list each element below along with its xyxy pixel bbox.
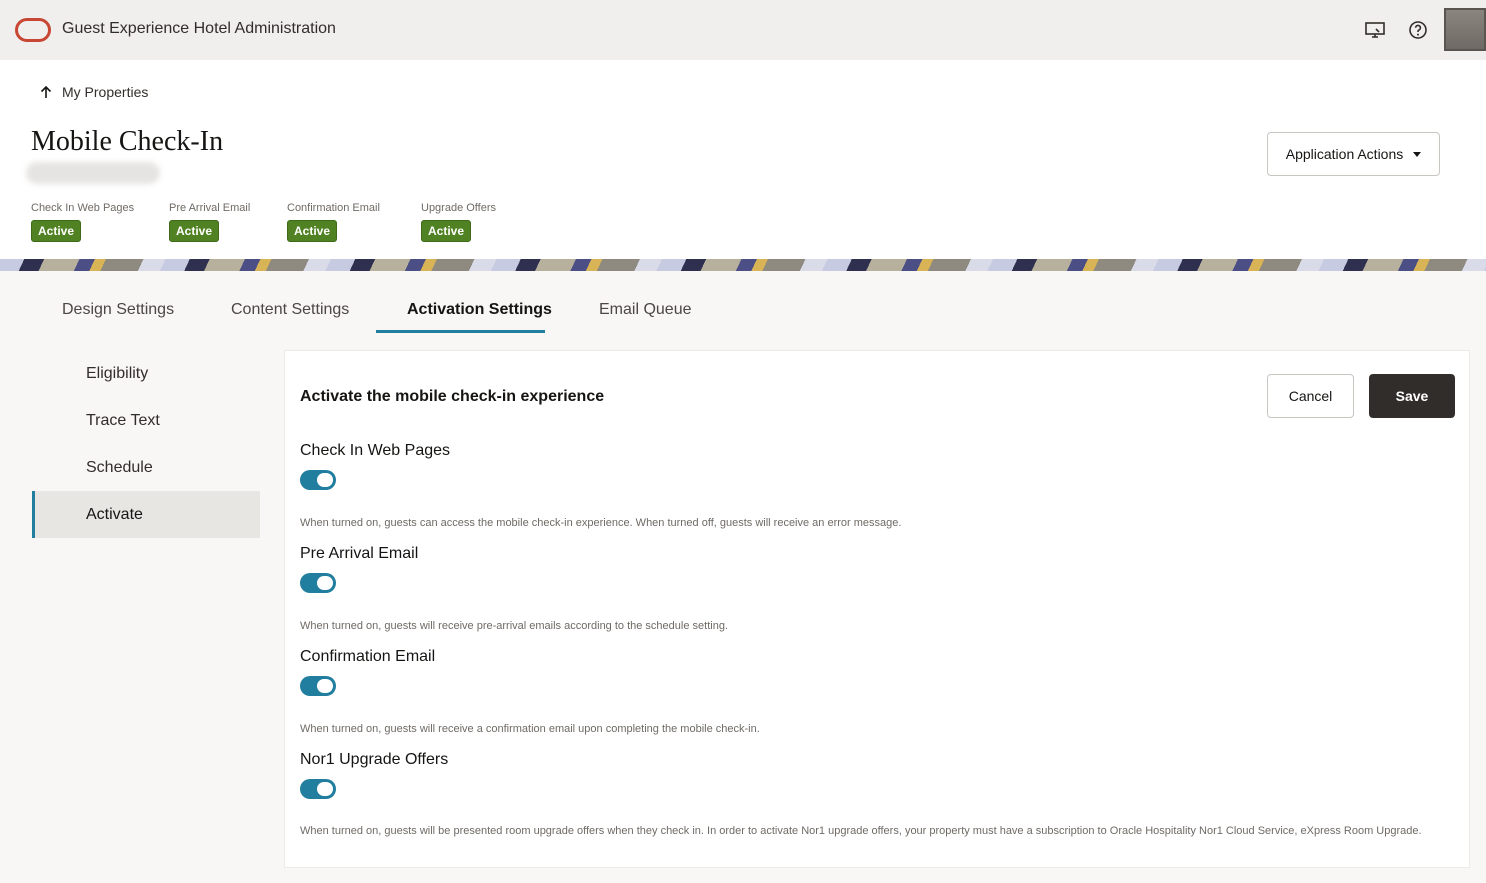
decorative-banner bbox=[0, 259, 1486, 271]
status-label: Upgrade Offers bbox=[421, 202, 497, 214]
setting-label-nor1-upgrade-offers: Nor1 Upgrade Offers bbox=[300, 751, 449, 768]
app-title: Guest Experience Hotel Administration bbox=[62, 20, 336, 37]
sidenav-item-label: Schedule bbox=[86, 458, 153, 476]
sidenav-item-label: Activate bbox=[86, 505, 143, 523]
application-actions-label: Application Actions bbox=[1285, 146, 1404, 162]
status-label: Check In Web Pages bbox=[31, 202, 135, 214]
screen-share-icon[interactable] bbox=[1363, 18, 1387, 42]
tab-activation-settings[interactable]: Activation Settings bbox=[407, 301, 552, 319]
sidenav-item-activate[interactable]: Activate bbox=[32, 491, 260, 538]
status-badge: Active bbox=[31, 220, 82, 242]
help-icon[interactable] bbox=[1406, 18, 1430, 42]
tab-email-queue[interactable]: Email Queue bbox=[599, 301, 692, 319]
status-label: Confirmation Email bbox=[287, 202, 380, 214]
status-badge: Active bbox=[169, 220, 220, 242]
sidenav-item-label: Trace Text bbox=[86, 411, 160, 429]
toggle-knob bbox=[317, 679, 333, 693]
toggle-confirmation-email[interactable] bbox=[300, 676, 336, 696]
status-badge: Active bbox=[421, 220, 472, 242]
sidenav-item-label: Eligibility bbox=[86, 364, 149, 382]
active-tab-indicator bbox=[376, 330, 545, 333]
status-pre-arrival-email: Pre Arrival Email Active bbox=[169, 202, 250, 242]
toggle-knob bbox=[317, 473, 333, 487]
page-title: Mobile Check-In bbox=[31, 126, 224, 157]
back-link-label: My Properties bbox=[62, 84, 149, 100]
setting-help-pre-arrival-email: When turned on, guests will receive pre-… bbox=[300, 620, 728, 632]
settings-tabs: Design Settings Content Settings Activat… bbox=[0, 271, 1486, 335]
arrow-up-icon bbox=[40, 85, 52, 98]
setting-label-confirmation-email: Confirmation Email bbox=[300, 648, 436, 665]
sidenav-item-schedule[interactable]: Schedule bbox=[32, 444, 260, 491]
setting-help-check-in-web-pages: When turned on, guests can access the mo… bbox=[300, 517, 902, 529]
tab-design-settings[interactable]: Design Settings bbox=[62, 301, 174, 319]
setting-label-check-in-web-pages: Check In Web Pages bbox=[300, 442, 451, 459]
status-badge: Active bbox=[287, 220, 338, 242]
toggle-check-in-web-pages[interactable] bbox=[300, 470, 336, 490]
tab-content-settings[interactable]: Content Settings bbox=[231, 301, 349, 319]
save-button[interactable]: Save bbox=[1369, 374, 1455, 418]
back-to-my-properties-link[interactable]: My Properties bbox=[40, 84, 148, 100]
application-actions-button[interactable]: Application Actions bbox=[1267, 132, 1440, 176]
sidenav-item-trace-text[interactable]: Trace Text bbox=[32, 397, 260, 444]
sidenav-item-eligibility[interactable]: Eligibility bbox=[32, 350, 260, 397]
app-header: Guest Experience Hotel Administration bbox=[0, 0, 1486, 60]
cancel-button[interactable]: Cancel bbox=[1267, 374, 1354, 418]
caret-down-icon bbox=[1413, 151, 1422, 157]
setting-help-nor1-upgrade-offers: When turned on, guests will be presented… bbox=[300, 825, 1422, 837]
setting-label-pre-arrival-email: Pre Arrival Email bbox=[300, 545, 419, 562]
panel-title: Activate the mobile check-in experience bbox=[300, 388, 605, 405]
activation-panel: Activate the mobile check-in experience … bbox=[284, 350, 1470, 868]
property-name-redacted bbox=[26, 162, 160, 184]
oracle-logo-icon[interactable] bbox=[15, 18, 51, 42]
avatar[interactable] bbox=[1444, 8, 1486, 51]
setting-help-confirmation-email: When turned on, guests will receive a co… bbox=[300, 723, 760, 735]
status-upgrade-offers: Upgrade Offers Active bbox=[421, 202, 496, 242]
status-confirmation-email: Confirmation Email Active bbox=[287, 202, 380, 242]
toggle-nor1-upgrade-offers[interactable] bbox=[300, 779, 336, 799]
status-check-in-web-pages: Check In Web Pages Active bbox=[31, 202, 134, 242]
status-label: Pre Arrival Email bbox=[169, 202, 251, 214]
toggle-pre-arrival-email[interactable] bbox=[300, 573, 336, 593]
toggle-knob bbox=[317, 576, 333, 590]
toggle-knob bbox=[317, 782, 333, 796]
